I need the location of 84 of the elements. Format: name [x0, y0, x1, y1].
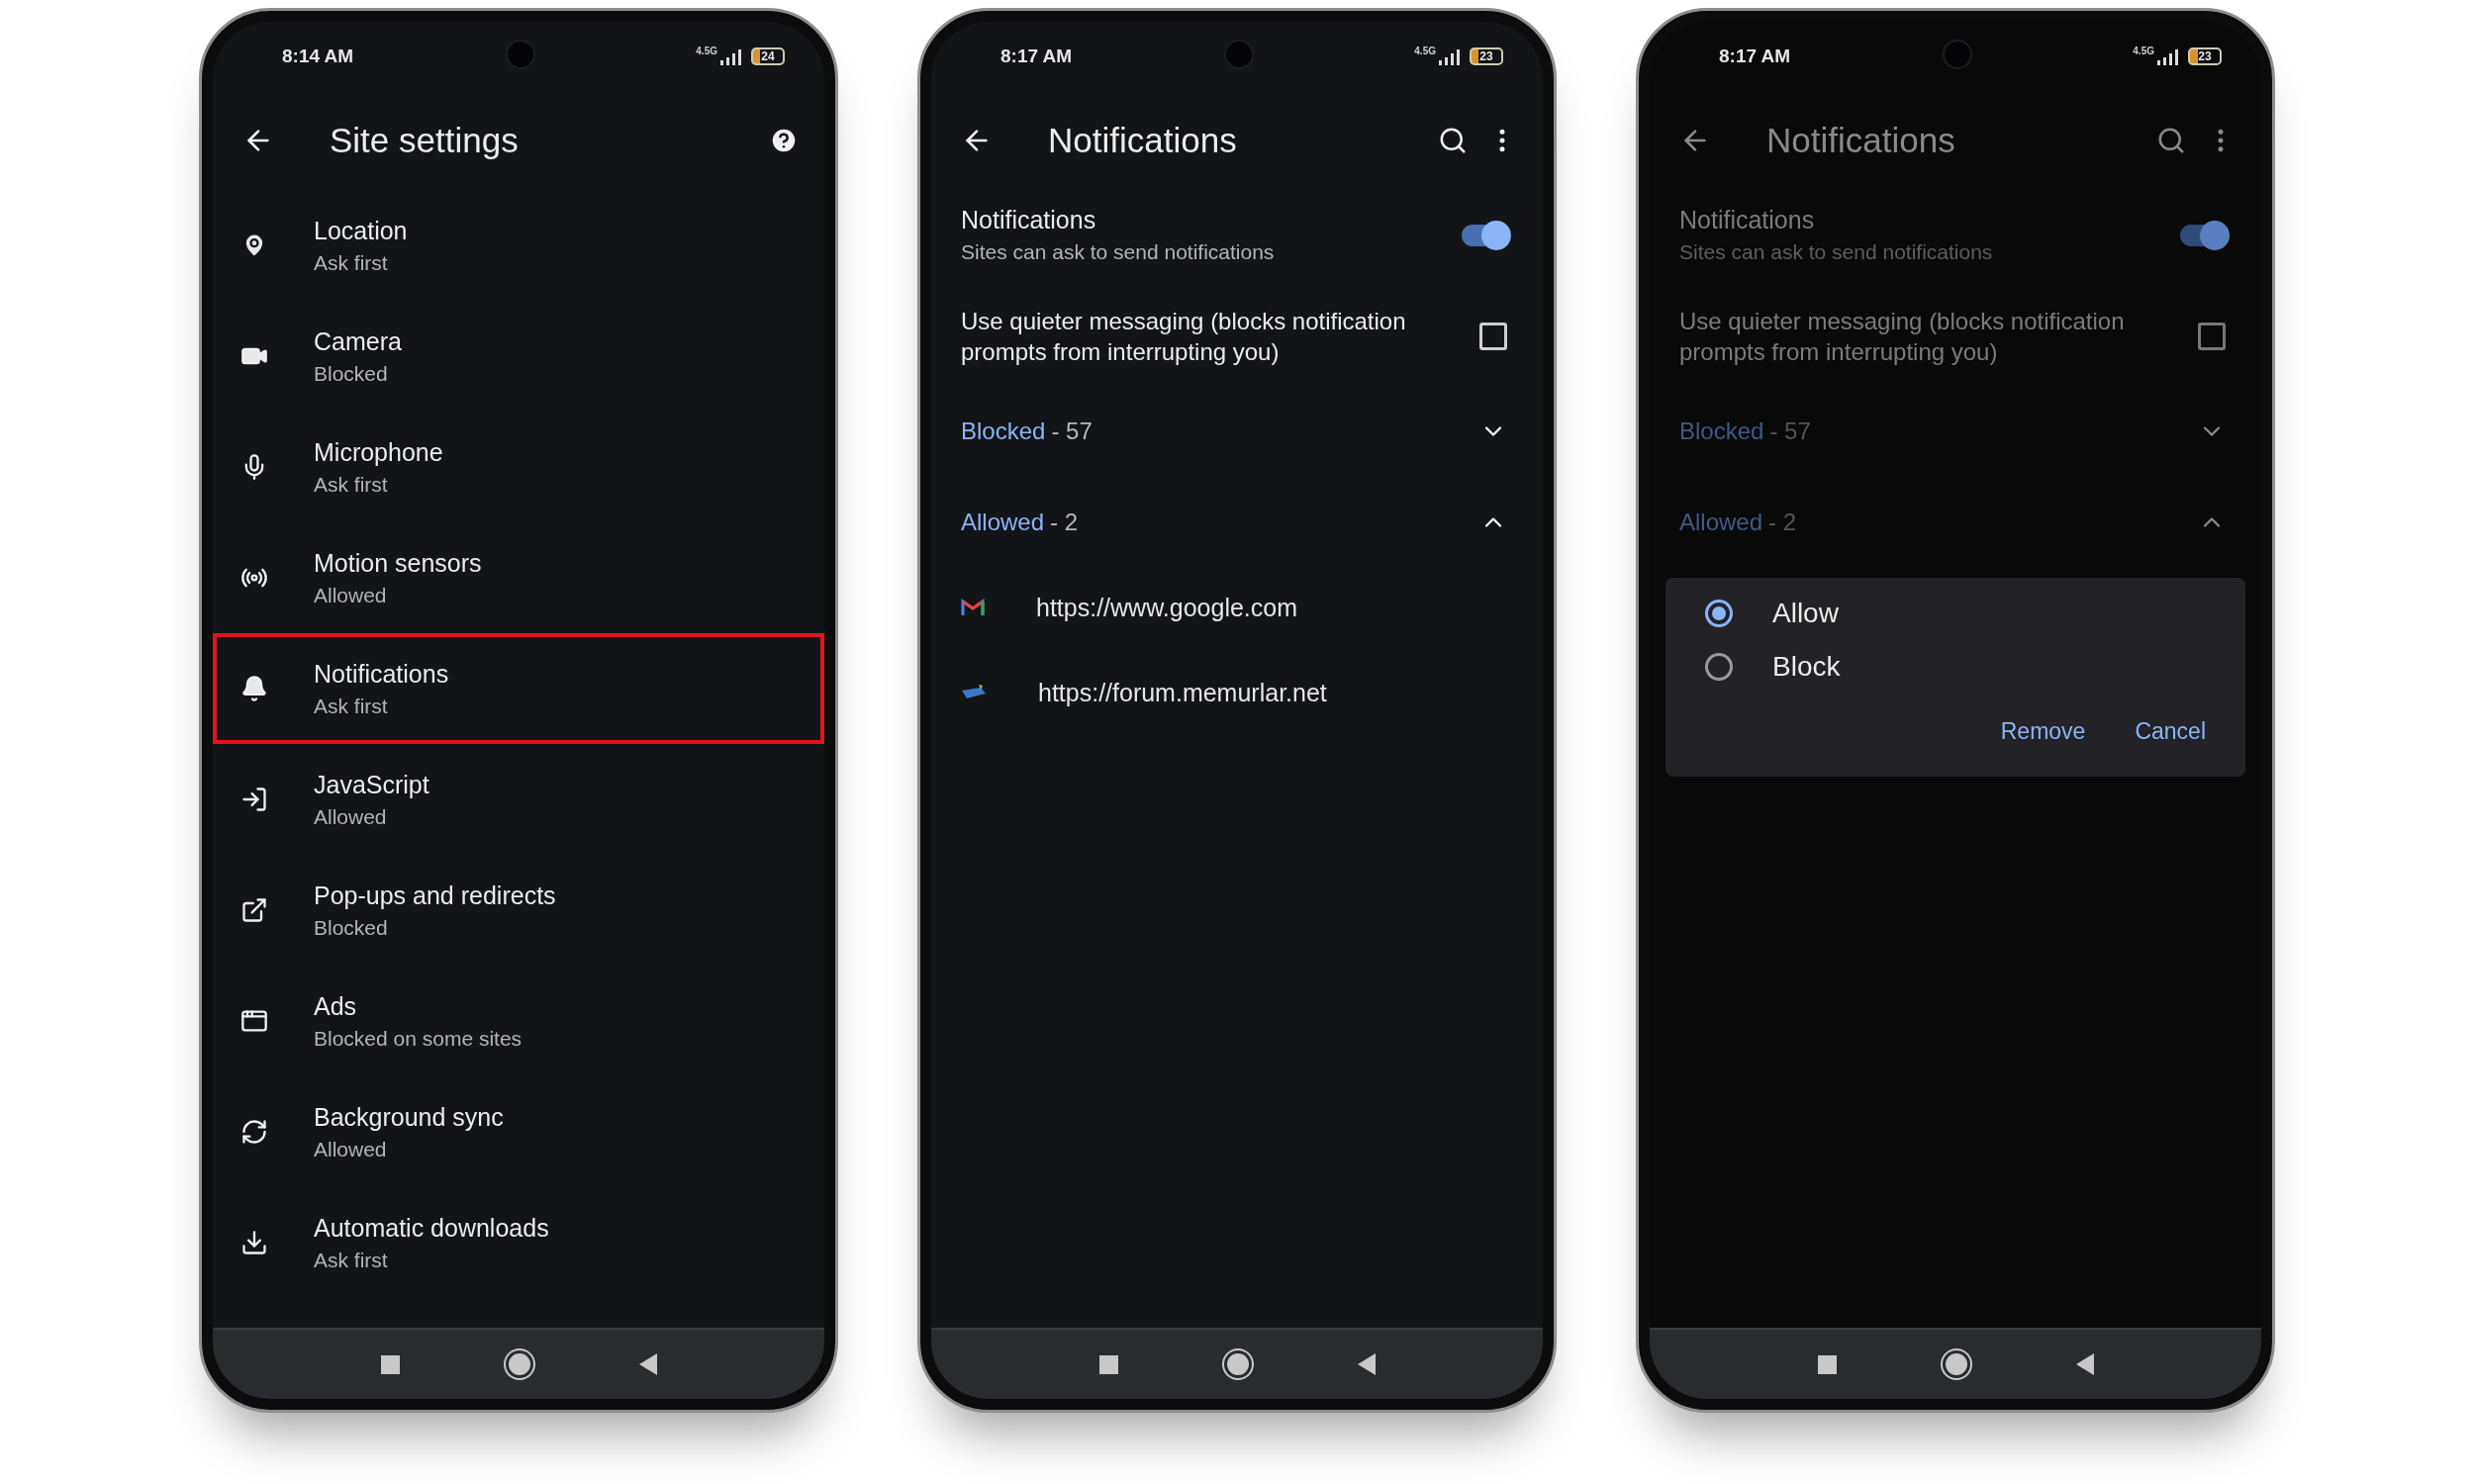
network-type: 4.5G: [1414, 45, 1436, 56]
back-triangle-icon[interactable]: [1357, 1353, 1376, 1375]
setting-title: Background sync: [314, 1102, 504, 1132]
battery-indicator: 24: [751, 47, 785, 65]
setting-value: Ask first: [314, 472, 389, 497]
setting-row[interactable]: JavaScript Allowed: [213, 744, 824, 855]
site-url[interactable]: https://forum.memurlar.net: [1038, 678, 1327, 707]
setting-title: Location: [314, 216, 408, 245]
option-label: Allow: [1772, 598, 1839, 629]
setting-value: Allowed: [314, 583, 388, 607]
screen-title: Notifications: [1766, 121, 1956, 160]
setting-title: Notifications: [314, 659, 449, 689]
setting-row[interactable]: Microphone Ask first: [213, 412, 824, 522]
setting-value: Blocked: [314, 915, 389, 940]
setting-title: Ads: [314, 991, 358, 1021]
sync-icon: [240, 1118, 268, 1146]
setting-title: Pop-ups and redirects: [314, 881, 556, 910]
front-camera: [1943, 40, 1972, 69]
setting-row[interactable]: Background sync Allowed: [213, 1076, 824, 1187]
network-type: 4.5G: [2133, 45, 2154, 56]
download-icon: [240, 1229, 268, 1256]
setting-row[interactable]: Motion sensors Allowed: [213, 522, 824, 633]
status-time: 8:17 AM: [1000, 46, 1073, 67]
recents-button[interactable]: [380, 1354, 400, 1374]
battery-indicator: 23: [1470, 47, 1503, 65]
screen-title: Notifications: [1048, 121, 1238, 160]
setting-title: JavaScript: [314, 770, 429, 799]
help-icon[interactable]: [769, 126, 799, 155]
section-count: - 57: [1769, 417, 1812, 445]
signal-icon: [2156, 47, 2180, 65]
setting-description: Sites can ask to send notifications: [961, 240, 1276, 264]
mail-logo-icon: [961, 599, 985, 616]
setting-value: Ask first: [314, 1248, 389, 1272]
quiet-messaging-checkbox[interactable]: [2198, 323, 2226, 350]
dialog-button[interactable]: Cancel: [2135, 714, 2206, 749]
setting-row[interactable]: Pop-ups and redirects Blocked: [213, 855, 824, 966]
bell-icon: [240, 675, 268, 702]
setting-value: Ask first: [314, 250, 389, 275]
signal-icon: [719, 47, 743, 65]
setting-row[interactable]: Ads Blocked on some sites: [213, 966, 824, 1076]
dialog-button[interactable]: Remove: [2000, 714, 2086, 749]
back-triangle-icon[interactable]: [638, 1353, 657, 1375]
search-icon[interactable]: [2156, 126, 2186, 155]
status-time: 8:14 AM: [282, 46, 354, 67]
setting-title: Use quieter messaging (blocks notification prompts from interrupting you): [1679, 307, 2126, 367]
setting-value: Allowed: [314, 804, 388, 829]
network-type: 4.5G: [696, 45, 717, 56]
setting-title: Motion sensors: [314, 548, 482, 578]
setting-title: Camera: [314, 326, 402, 356]
setting-value: Blocked: [314, 361, 389, 386]
status-time: 8:17 AM: [1719, 46, 1791, 67]
option-label: Block: [1772, 651, 1841, 683]
setting-title: Automatic downloads: [314, 1213, 549, 1243]
section-count: - 57: [1051, 417, 1094, 445]
back-triangle-icon[interactable]: [2075, 1353, 2094, 1375]
battery-indicator: 23: [2188, 47, 2222, 65]
screen-title: Site settings: [330, 121, 520, 160]
highlighted-setting-row[interactable]: Notifications Ask first: [213, 633, 824, 744]
section-header[interactable]: Allowed: [961, 509, 1045, 536]
external-link-icon: [240, 896, 268, 924]
setting-title: Notifications: [1679, 206, 1816, 234]
recents-button[interactable]: [1098, 1354, 1118, 1374]
setting-title: Use quieter messaging (blocks notification prompts from interrupting you): [961, 307, 1407, 367]
signal-icon: [1438, 47, 1462, 65]
site-url[interactable]: https://www.google.com: [1036, 593, 1297, 622]
setting-value: Blocked on some sites: [314, 1026, 523, 1051]
section-count: - 2: [1050, 509, 1080, 536]
setting-description: Sites can ask to send notifications: [1679, 240, 1994, 264]
radio-button[interactable]: [1705, 600, 1733, 627]
front-camera: [506, 40, 535, 69]
section-header[interactable]: Blocked: [961, 417, 1046, 445]
front-camera: [1224, 40, 1254, 69]
setting-title: Notifications: [961, 206, 1097, 234]
setting-row[interactable]: Camera Blocked: [213, 301, 824, 412]
site-favicon-icon: [961, 685, 987, 700]
setting-row[interactable]: Location Ask first: [213, 190, 824, 301]
setting-value: Allowed: [314, 1137, 388, 1161]
setting-title: Microphone: [314, 437, 443, 467]
recents-button[interactable]: [1817, 1354, 1837, 1374]
setting-row[interactable]: Automatic downloads Ask first: [213, 1187, 824, 1298]
section-count: - 2: [1768, 509, 1798, 536]
setting-value: Ask first: [314, 694, 389, 718]
radio-button[interactable]: [1705, 653, 1733, 681]
search-icon[interactable]: [1438, 126, 1468, 155]
